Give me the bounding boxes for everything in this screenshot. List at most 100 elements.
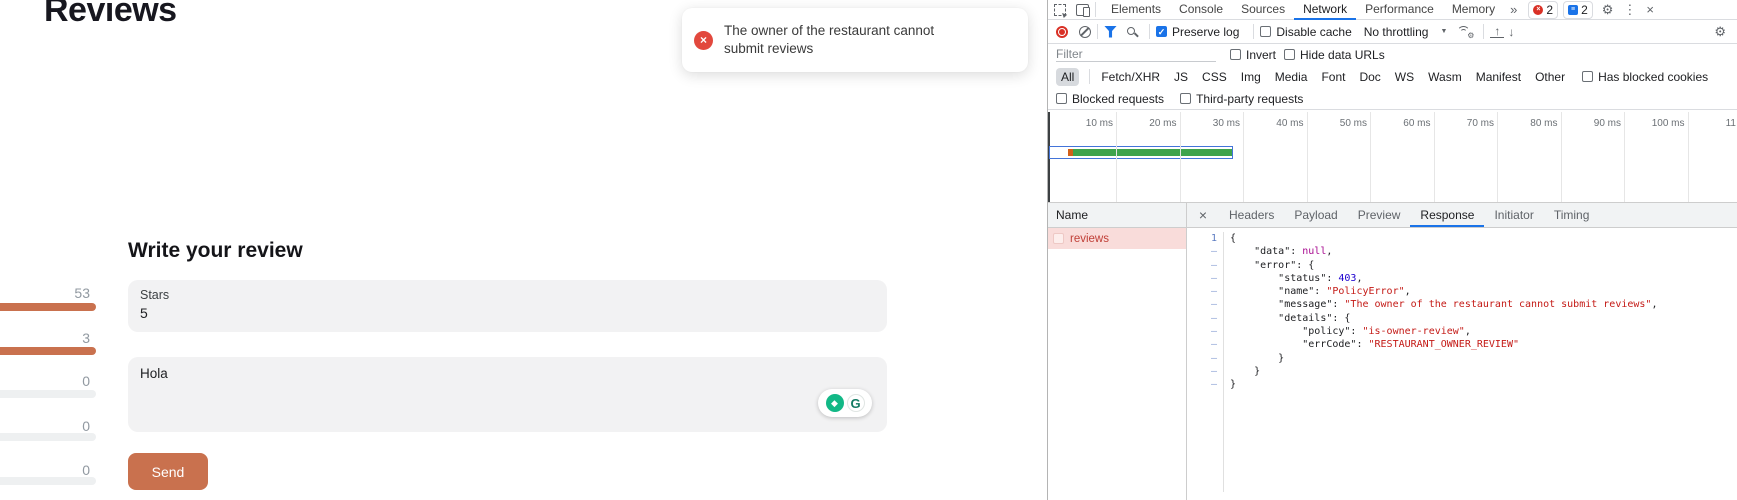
tab-network[interactable]: Network bbox=[1294, 0, 1356, 20]
code-segment: : bbox=[1356, 339, 1368, 350]
response-code-line: – } bbox=[1187, 352, 1737, 365]
detail-tab-headers[interactable]: Headers bbox=[1219, 203, 1284, 227]
type-filter-css[interactable]: CSS bbox=[1197, 68, 1232, 86]
type-filter-other[interactable]: Other bbox=[1530, 68, 1570, 86]
code-segment: , bbox=[1465, 326, 1471, 337]
close-detail-pane-icon[interactable]: × bbox=[1187, 203, 1219, 227]
code-text: "errCode": "RESTAURANT_OWNER_REVIEW" bbox=[1224, 338, 1519, 351]
devtools-panel: ElementsConsoleSourcesNetworkPerformance… bbox=[1047, 0, 1737, 500]
network-settings-gear-icon[interactable]: ⚙ bbox=[1709, 24, 1731, 40]
blocked-requests-label[interactable]: Blocked requests bbox=[1072, 92, 1164, 106]
device-toolbar-icon[interactable] bbox=[1076, 4, 1089, 16]
send-button[interactable]: Send bbox=[128, 453, 208, 490]
search-icon[interactable] bbox=[1127, 27, 1135, 35]
type-filter-media[interactable]: Media bbox=[1270, 68, 1313, 86]
type-filter-js[interactable]: JS bbox=[1169, 68, 1193, 86]
network-overview-timeline[interactable]: 10 ms20 ms30 ms40 ms50 ms60 ms70 ms80 ms… bbox=[1048, 112, 1737, 203]
type-filter-img[interactable]: Img bbox=[1236, 68, 1266, 86]
invert-checkbox[interactable] bbox=[1230, 49, 1241, 60]
third-party-label[interactable]: Third-party requests bbox=[1196, 92, 1303, 106]
more-tabs-icon[interactable]: » bbox=[1504, 2, 1523, 17]
gutter-line-number: – bbox=[1187, 298, 1224, 311]
timeline-gridline bbox=[1624, 112, 1625, 202]
message-badge-icon: ≡ bbox=[1568, 5, 1578, 15]
overview-selection-band[interactable] bbox=[1049, 146, 1233, 159]
error-count-badge[interactable]: × 2 bbox=[1528, 1, 1558, 19]
tab-memory[interactable]: Memory bbox=[1443, 0, 1504, 20]
network-conditions-icon[interactable] bbox=[1457, 26, 1471, 37]
export-har-icon[interactable]: ↓ bbox=[1504, 25, 1518, 39]
gutter-line-number: – bbox=[1187, 259, 1224, 272]
grammarly-suggestion-icon[interactable]: ◆ bbox=[826, 394, 844, 412]
code-segment: "error" bbox=[1254, 260, 1296, 271]
grammarly-widget[interactable]: ◆ G bbox=[818, 389, 872, 417]
type-filter-ws[interactable]: WS bbox=[1390, 68, 1419, 86]
code-segment: null bbox=[1302, 246, 1326, 257]
code-segment: "name" bbox=[1278, 286, 1314, 297]
rating-bar bbox=[0, 347, 96, 355]
settings-gear-icon[interactable]: ⚙ bbox=[1597, 2, 1619, 18]
close-devtools-icon[interactable]: × bbox=[1641, 2, 1659, 17]
stars-field[interactable]: Stars 5 bbox=[128, 280, 887, 332]
detail-tab-payload[interactable]: Payload bbox=[1284, 203, 1347, 227]
code-segment bbox=[1230, 273, 1278, 284]
preserve-log-checkbox[interactable]: ✓ bbox=[1156, 26, 1167, 37]
timeline-tick-label: 20 ms bbox=[1135, 118, 1177, 129]
stars-label: Stars bbox=[140, 288, 875, 302]
preserve-log-label[interactable]: Preserve log bbox=[1172, 25, 1239, 39]
tab-performance[interactable]: Performance bbox=[1356, 0, 1443, 20]
detail-tab-response[interactable]: Response bbox=[1410, 203, 1484, 227]
type-filter-font[interactable]: Font bbox=[1316, 68, 1350, 86]
divider bbox=[1097, 24, 1098, 39]
gutter-line-number: – bbox=[1187, 285, 1224, 298]
has-blocked-cookies-checkbox[interactable] bbox=[1582, 71, 1593, 82]
timeline-gridline bbox=[1688, 112, 1689, 202]
blocked-requests-checkbox[interactable] bbox=[1056, 93, 1067, 104]
timeline-tick-label: 30 ms bbox=[1198, 118, 1240, 129]
tab-console[interactable]: Console bbox=[1170, 0, 1232, 20]
type-filter-manifest[interactable]: Manifest bbox=[1471, 68, 1526, 86]
message-count-badge[interactable]: ≡ 2 bbox=[1563, 1, 1593, 19]
code-segment: , bbox=[1651, 299, 1657, 310]
inspect-element-icon[interactable] bbox=[1054, 4, 1066, 16]
disable-cache-checkbox[interactable] bbox=[1260, 26, 1271, 37]
invert-label[interactable]: Invert bbox=[1246, 48, 1276, 62]
third-party-checkbox[interactable] bbox=[1180, 93, 1191, 104]
hide-data-urls-checkbox[interactable] bbox=[1284, 49, 1295, 60]
type-filter-wasm[interactable]: Wasm bbox=[1423, 68, 1467, 86]
type-filter-all[interactable]: All bbox=[1056, 68, 1079, 86]
grammarly-logo-icon[interactable]: G bbox=[847, 394, 865, 412]
detail-tab-preview[interactable]: Preview bbox=[1348, 203, 1411, 227]
timeline-gridline bbox=[1116, 112, 1117, 202]
throttling-select[interactable]: No throttling bbox=[1364, 25, 1429, 39]
name-column-header[interactable]: Name bbox=[1048, 203, 1187, 227]
request-row[interactable]: reviews bbox=[1048, 228, 1186, 249]
tab-sources[interactable]: Sources bbox=[1232, 0, 1294, 20]
error-count: 2 bbox=[1546, 3, 1553, 17]
detail-tab-timing[interactable]: Timing bbox=[1544, 203, 1600, 227]
record-network-log-icon[interactable] bbox=[1056, 26, 1068, 38]
review-textarea[interactable]: Hola ◆ G bbox=[128, 357, 887, 432]
import-har-icon[interactable]: ↑ bbox=[1490, 26, 1504, 38]
tab-elements[interactable]: Elements bbox=[1102, 0, 1170, 20]
menu-dots-icon[interactable]: ⋮ bbox=[1618, 2, 1641, 18]
disable-cache-label[interactable]: Disable cache bbox=[1276, 25, 1351, 39]
response-code-line: – "errCode": "RESTAURANT_OWNER_REVIEW" bbox=[1187, 338, 1737, 351]
has-blocked-cookies-label[interactable]: Has blocked cookies bbox=[1598, 70, 1708, 84]
filter-funnel-icon[interactable] bbox=[1104, 26, 1117, 38]
hide-data-urls-label[interactable]: Hide data URLs bbox=[1300, 48, 1385, 62]
filter-input[interactable] bbox=[1056, 47, 1216, 62]
clear-network-log-icon[interactable] bbox=[1079, 26, 1091, 38]
throttling-dropdown-arrow[interactable]: ▼ bbox=[1440, 28, 1447, 35]
code-segment: "The owner of the restaurant cannot subm… bbox=[1344, 299, 1651, 310]
detail-tabs: × HeadersPayloadPreviewResponseInitiator… bbox=[1187, 203, 1599, 227]
code-segment: } bbox=[1230, 379, 1236, 390]
type-filter-fetchxhr[interactable]: Fetch/XHR bbox=[1096, 68, 1165, 86]
code-segment: "is-owner-review" bbox=[1362, 326, 1464, 337]
type-filter-doc[interactable]: Doc bbox=[1354, 68, 1385, 86]
gutter-line-number: – bbox=[1187, 272, 1224, 285]
code-segment bbox=[1230, 260, 1254, 271]
error-toast[interactable]: × The owner of the restaurant cannot sub… bbox=[682, 8, 1028, 72]
detail-tab-initiator[interactable]: Initiator bbox=[1484, 203, 1543, 227]
code-segment: { bbox=[1230, 233, 1236, 244]
